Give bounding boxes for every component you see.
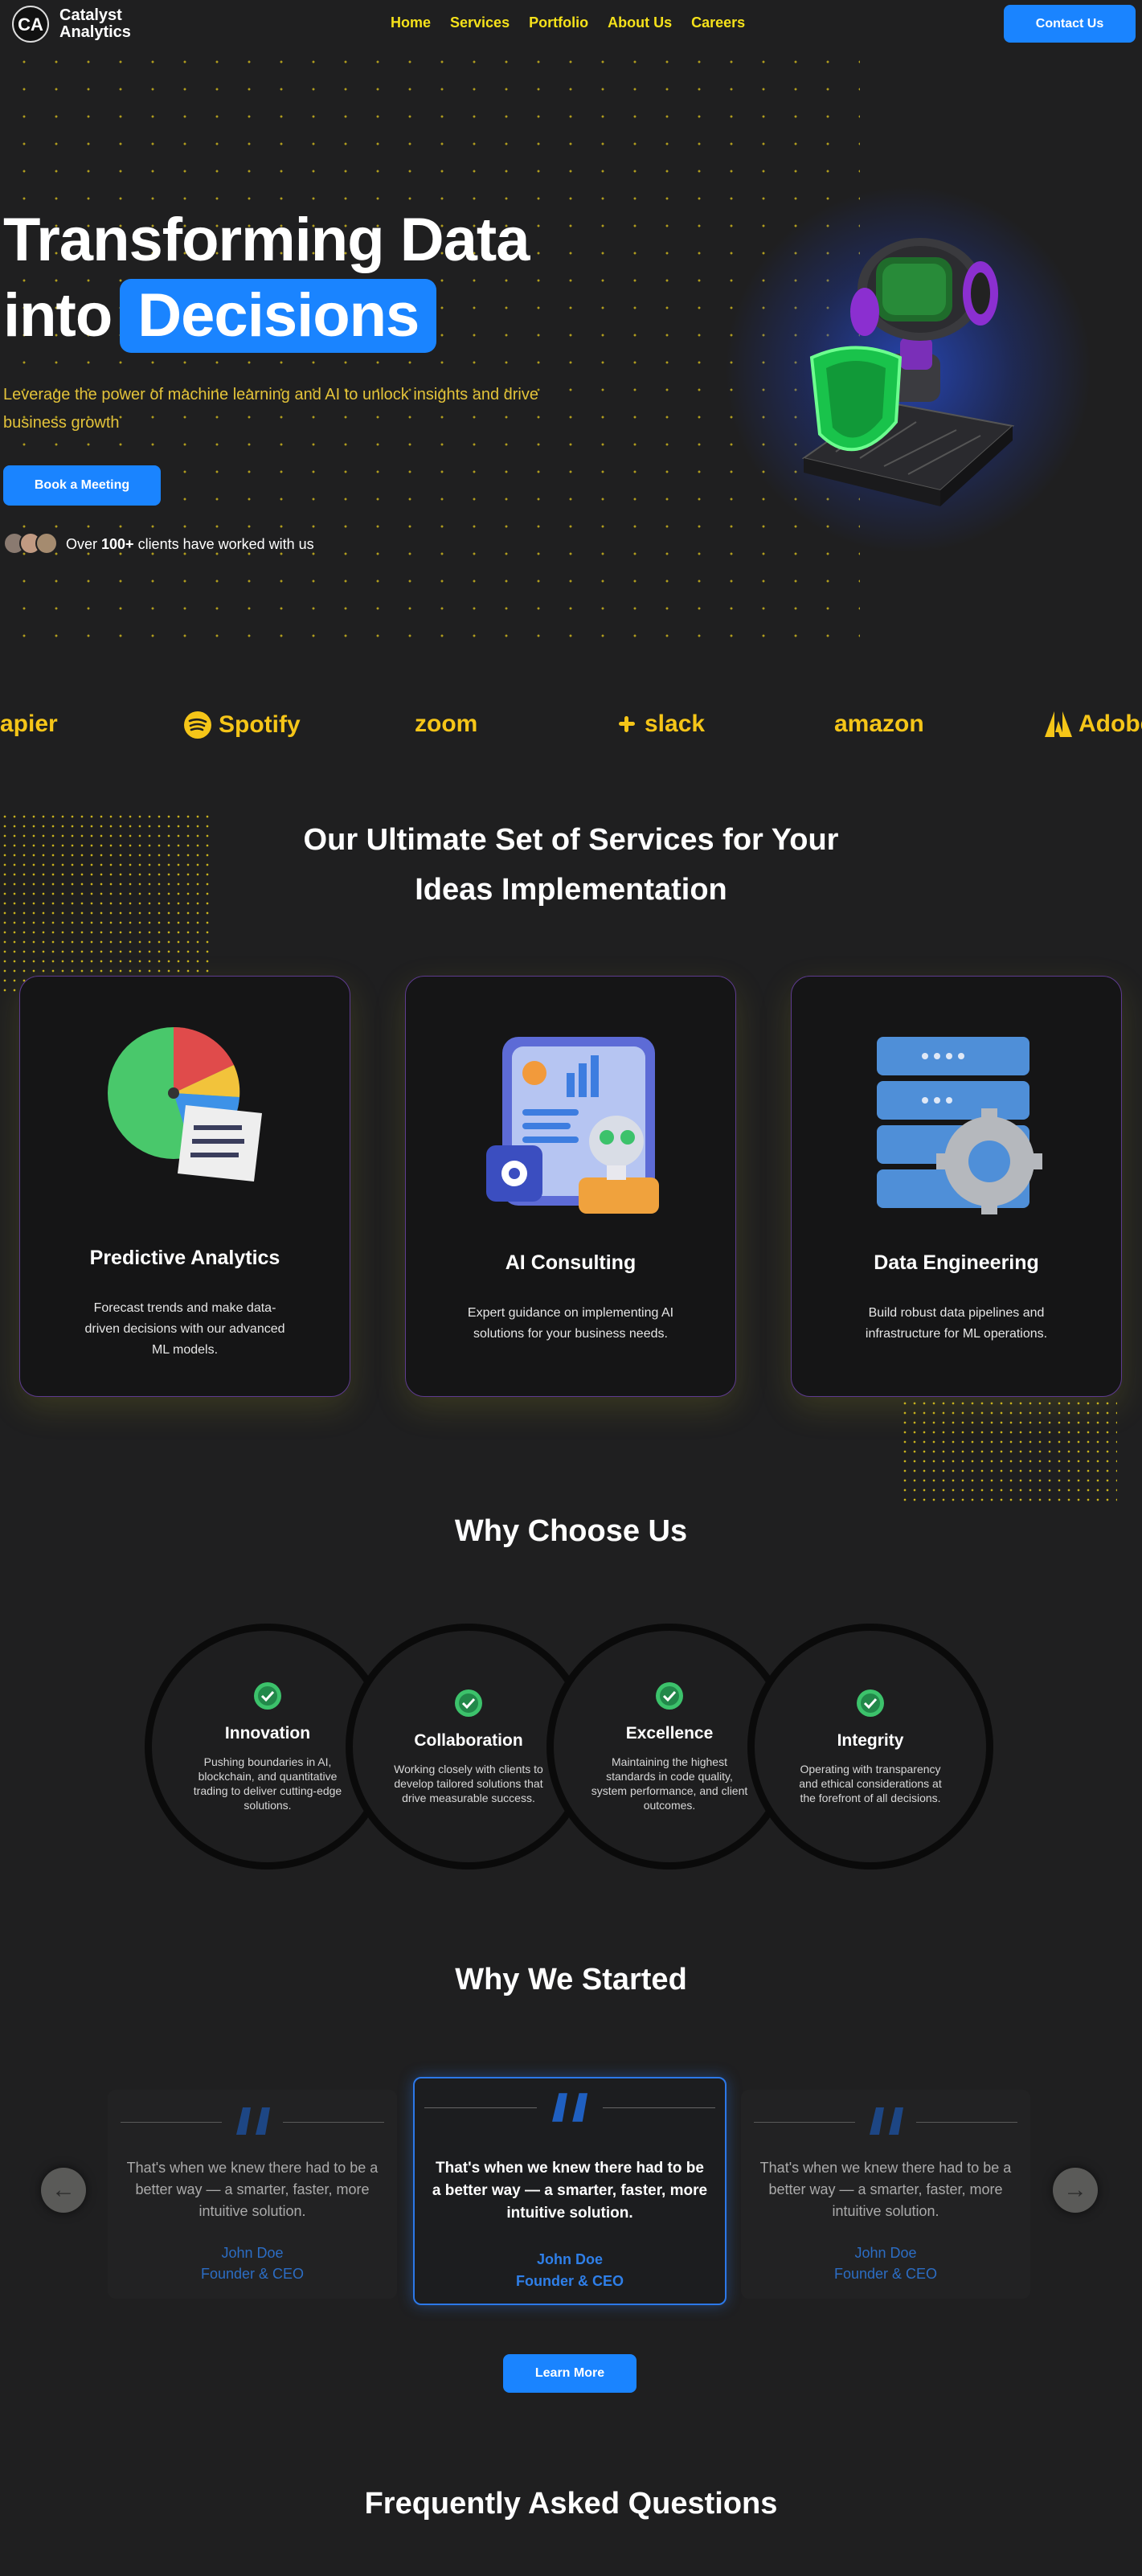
clients-count: 100+	[101, 536, 134, 552]
testimonial-quote: That's when we knew there had to be a be…	[126, 2160, 379, 2219]
clients-suffix: clients have worked with us	[133, 536, 314, 552]
server-gear-icon	[877, 1037, 1042, 1214]
logo-zapier: apier	[0, 711, 58, 738]
hero-title-highlight: Decisions	[120, 279, 437, 353]
hero-title-line2: into Decisions	[3, 278, 529, 354]
verified-badge-icon	[656, 1682, 683, 1710]
service-card-title: AI Consulting	[505, 1251, 636, 1274]
logo-amazon: amazon	[834, 711, 924, 738]
testimonial-quote: That's when we knew there had to be a be…	[759, 2160, 1012, 2219]
verified-badge-icon	[455, 1689, 482, 1717]
brand-name[interactable]: Catalyst Analytics	[59, 7, 131, 41]
main-nav: Home Services Portfolio About Us Careers	[391, 14, 745, 31]
testimonial-role: Founder & CEO	[200, 2266, 305, 2282]
clients-prefix: Over	[66, 536, 102, 552]
testimonial-name: John Doe	[536, 2251, 603, 2267]
carousel-next-button[interactable]: →	[1053, 2168, 1098, 2213]
logo-slack: slack	[616, 711, 705, 738]
logo-label: zoom	[415, 711, 478, 737]
pie-chart-icon	[108, 1026, 262, 1182]
site-header: CA Catalyst Analytics Home Services Port…	[0, 0, 1142, 48]
logo-adobe: Adobe	[1045, 711, 1142, 738]
quote-mark-icon	[552, 2093, 588, 2122]
verified-badge-icon	[254, 1682, 281, 1710]
contact-us-button[interactable]: Contact Us	[1004, 5, 1136, 43]
robot-shield-icon	[801, 238, 1015, 506]
services-title-line1: Our Ultimate Set of Services for Your	[303, 823, 839, 857]
testimonial-name: John Doe	[221, 2245, 284, 2261]
avatar	[35, 532, 58, 555]
why-choose-title: Why Choose Us	[454, 1514, 688, 1548]
nav-careers[interactable]: Careers	[691, 14, 745, 31]
quote-mark-icon	[870, 2107, 903, 2135]
svg-text:CA: CA	[18, 14, 43, 35]
nav-portfolio[interactable]: Portfolio	[529, 14, 588, 31]
value-desc: Pushing boundaries in AI, blockchain, an…	[193, 1755, 342, 1812]
nav-about-us[interactable]: About Us	[608, 14, 672, 31]
hero-title-plain: into	[3, 281, 113, 350]
faq-title: Frequently Asked Questions	[364, 2487, 778, 2521]
service-card-title: Data Engineering	[874, 1251, 1039, 1274]
carousel-prev-button[interactable]: ←	[41, 2168, 86, 2213]
testimonial-role: Founder & CEO	[516, 2273, 624, 2289]
hero-subtitle: Leverage the power of machine learning a…	[3, 386, 538, 432]
divider	[283, 2122, 384, 2123]
value-desc: Operating with transparency and ethical …	[799, 1763, 942, 1804]
value-desc: Working closely with clients to develop …	[394, 1763, 543, 1804]
value-circle-integrity: Integrity Operating with transparency an…	[747, 1624, 993, 1870]
value-title: Integrity	[837, 1731, 904, 1750]
logo-label: Spotify	[219, 711, 301, 738]
testimonial-quote: That's when we knew there had to be a be…	[432, 2160, 708, 2222]
divider	[916, 2122, 1017, 2123]
service-card-desc: Expert guidance on implementing AI solut…	[467, 1306, 674, 1341]
book-meeting-button[interactable]: Book a Meeting	[3, 465, 161, 506]
adobe-icon	[1045, 711, 1072, 737]
service-card-predictive[interactable]: Predictive Analytics Forecast trends and…	[19, 976, 350, 1397]
logo-spotify: Spotify	[183, 711, 301, 739]
service-card-desc: Forecast trends and make data-driven dec…	[84, 1301, 285, 1357]
value-title: Collaboration	[414, 1731, 523, 1750]
divider	[121, 2122, 222, 2123]
hero-title: Transforming Data into Decisions	[3, 203, 530, 354]
service-card-title: Predictive Analytics	[89, 1247, 280, 1269]
hero-title-line1: Transforming Data	[3, 206, 530, 274]
divider	[603, 2107, 715, 2108]
nav-home[interactable]: Home	[391, 14, 431, 31]
service-card-desc: Build robust data pipelines and infrastr…	[865, 1306, 1048, 1341]
value-title: Innovation	[224, 1724, 311, 1743]
testimonial-card: That's when we knew there had to be a be…	[741, 2090, 1030, 2299]
testimonial-name: John Doe	[854, 2245, 917, 2261]
divider	[424, 2107, 537, 2108]
testimonial-role: Founder & CEO	[833, 2266, 938, 2282]
logo-label: amazon	[834, 711, 924, 737]
brand-name-line2: Analytics	[59, 23, 131, 41]
testimonial-card-active: That's when we knew there had to be a be…	[413, 2077, 727, 2305]
brand-name-line1: Catalyst	[59, 6, 122, 24]
learn-more-button[interactable]: Learn More	[503, 2354, 636, 2393]
service-card-data-engineering[interactable]: Data Engineering Build robust data pipel…	[791, 976, 1122, 1397]
client-avatars	[3, 532, 58, 555]
testimonial-card: That's when we knew there had to be a be…	[108, 2090, 397, 2299]
divider	[754, 2122, 855, 2123]
verified-badge-icon	[857, 1689, 884, 1717]
services-title: Our Ultimate Set of Services for Your Id…	[0, 815, 1142, 915]
quote-mark-icon	[236, 2107, 270, 2135]
ai-robot-icon	[486, 1037, 659, 1214]
clients-text: Over 100+ clients have worked with us	[66, 536, 314, 553]
spotify-icon	[184, 711, 211, 739]
logo-label: Adobe	[1079, 711, 1142, 737]
logo-label: slack	[645, 711, 706, 737]
brand-logo-icon[interactable]: CA	[11, 5, 50, 43]
logo-label: apier	[0, 711, 58, 737]
logo-zoom: zoom	[415, 711, 477, 738]
services-title-line2: Ideas Implementation	[415, 873, 727, 907]
slack-icon	[619, 716, 635, 732]
value-title: Excellence	[625, 1724, 714, 1743]
why-started-title: Why We Started	[455, 1963, 687, 1997]
services-pattern-right	[900, 1399, 1117, 1503]
nav-services[interactable]: Services	[450, 14, 510, 31]
value-desc: Maintaining the highest standards in cod…	[591, 1755, 748, 1812]
service-card-ai-consulting[interactable]: AI Consulting Expert guidance on impleme…	[405, 976, 736, 1397]
